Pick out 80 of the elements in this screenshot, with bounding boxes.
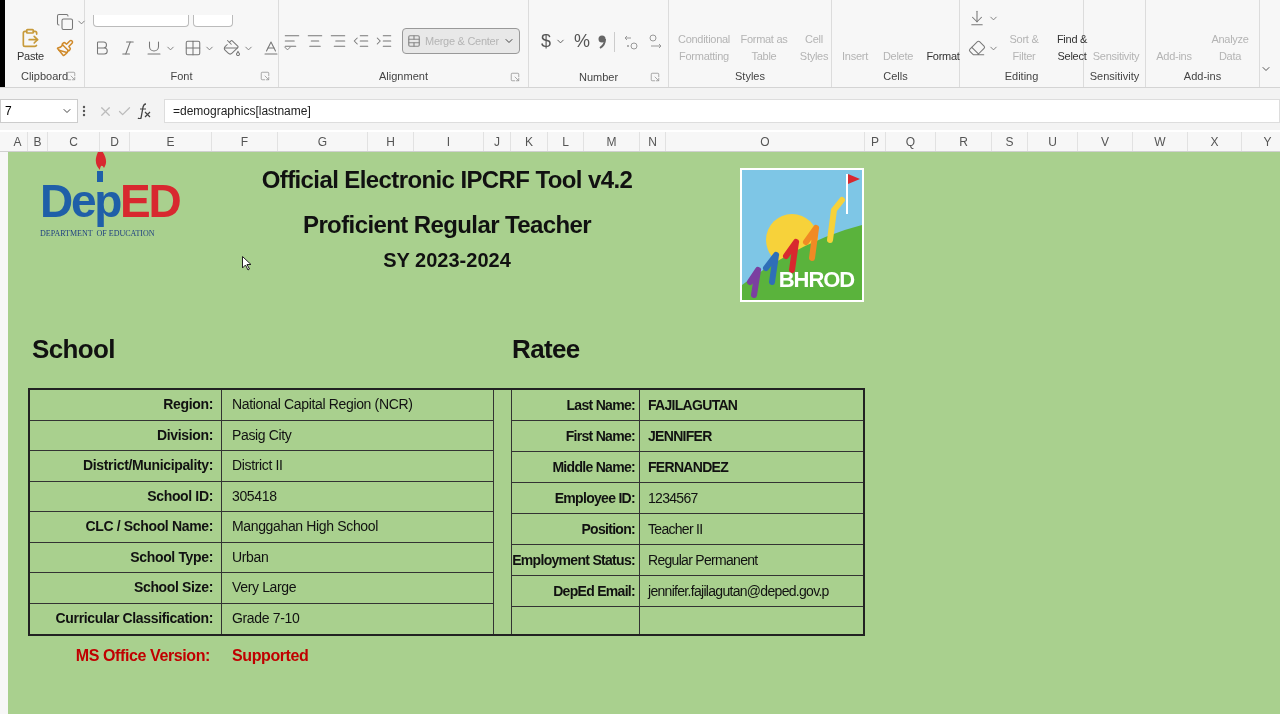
logo-text: BHROD xyxy=(778,266,854,294)
field-label: Position: xyxy=(581,519,635,539)
field-value: Manggahan High School xyxy=(232,517,378,537)
ribbon-button[interactable]: Format xyxy=(922,36,964,65)
group-label: Number xyxy=(578,69,619,85)
column-header[interactable]: X xyxy=(1188,132,1242,151)
field-label: Curricular Classification: xyxy=(55,609,213,629)
field-value: Urban xyxy=(232,547,269,567)
formula-field[interactable]: =demographics[lastname] xyxy=(164,99,1280,123)
column-header[interactable]: S xyxy=(992,132,1028,151)
column-header[interactable]: H xyxy=(368,132,414,151)
field-label: Division: xyxy=(157,425,213,445)
field-label: DepEd Email: xyxy=(553,581,635,601)
field-value: Very Large xyxy=(232,578,297,598)
field-value: FERNANDEZ xyxy=(648,457,729,477)
field-label: District/Municipality: xyxy=(83,456,213,476)
field-label: Region: xyxy=(163,395,213,415)
field-label: Employment Status: xyxy=(512,550,635,570)
column-header[interactable]: G xyxy=(278,132,368,151)
number-format-button[interactable]: $ xyxy=(541,28,566,55)
column-header[interactable]: D xyxy=(100,132,130,151)
field-value: 305418 xyxy=(232,486,277,506)
number-format-button[interactable]: % xyxy=(574,28,591,55)
group-label: Alignment xyxy=(379,69,428,85)
column-header[interactable]: C xyxy=(48,132,100,151)
field-label: Middle Name: xyxy=(552,457,635,477)
column-header[interactable]: R xyxy=(936,132,992,151)
column-header[interactable]: N xyxy=(640,132,666,151)
field-value: Teacher II xyxy=(648,519,703,539)
column-header[interactable]: A xyxy=(8,132,28,151)
column-header[interactable]: J xyxy=(484,132,511,151)
field-value: jennifer.fajilagutan@deped.gov.p xyxy=(648,581,829,601)
column-header[interactable]: Y xyxy=(1242,132,1280,151)
logo-text: ED xyxy=(120,178,180,224)
page-title: Official Electronic IPCRF Tool v4.2 xyxy=(261,165,633,195)
field-label: School Size: xyxy=(133,578,213,598)
column-header[interactable]: P xyxy=(865,132,886,151)
column-header[interactable]: L xyxy=(548,132,584,151)
column-header[interactable]: M xyxy=(584,132,640,151)
group-label: Editing xyxy=(1004,68,1039,84)
field-value: Pasig City xyxy=(232,425,292,445)
field-label: School Type: xyxy=(130,547,213,567)
column-header[interactable]: F xyxy=(212,132,278,151)
column-header[interactable]: W xyxy=(1133,132,1188,151)
ribbon-button[interactable]: Paste xyxy=(17,28,44,65)
column-header[interactable]: K xyxy=(511,132,548,151)
group-label: Font xyxy=(170,68,193,84)
section-heading: Ratee xyxy=(512,332,580,366)
group-label: Clipboard xyxy=(20,68,69,84)
column-header[interactable]: U xyxy=(1028,132,1078,151)
field-value: District II xyxy=(232,456,283,476)
office-version-label: MS Office Version: xyxy=(74,646,210,666)
section-heading: School xyxy=(31,332,116,366)
field-value: National Capital Region (NCR) xyxy=(232,395,413,415)
group-label: Add-ins xyxy=(1183,68,1222,84)
field-label: Employee ID: xyxy=(554,488,635,508)
field-value: Regular Permanent xyxy=(648,550,758,570)
field-label: Last Name: xyxy=(566,395,635,415)
group-label: Sensitivity xyxy=(1089,68,1140,84)
field-value: JENNIFER xyxy=(648,426,712,446)
logo-tagline: OF EDUCATION xyxy=(96,228,155,240)
field-value: Grade 7-10 xyxy=(232,609,300,629)
group-label: Cells xyxy=(883,68,908,84)
column-header[interactable]: B xyxy=(28,132,48,151)
school-year: SY 2023-2024 xyxy=(383,248,511,273)
logo-tagline: DEPARTMENT xyxy=(40,228,93,240)
name-box[interactable]: 7 xyxy=(0,99,78,123)
field-label: School ID: xyxy=(147,486,213,506)
column-header[interactable]: I xyxy=(414,132,484,151)
page-subtitle: Proficient Regular Teacher xyxy=(302,210,591,240)
field-value: FAJILAGUTAN xyxy=(648,395,738,415)
field-value: 1234567 xyxy=(648,488,698,508)
field-label: CLC / School Name: xyxy=(85,517,213,537)
group-label: Styles xyxy=(735,68,765,84)
column-header[interactable]: E xyxy=(130,132,212,151)
field-label: First Name: xyxy=(565,426,635,446)
column-header[interactable]: O xyxy=(666,132,865,151)
office-version-value: Supported xyxy=(232,646,309,666)
column-header[interactable]: Q xyxy=(886,132,936,151)
column-header[interactable]: V xyxy=(1078,132,1133,151)
